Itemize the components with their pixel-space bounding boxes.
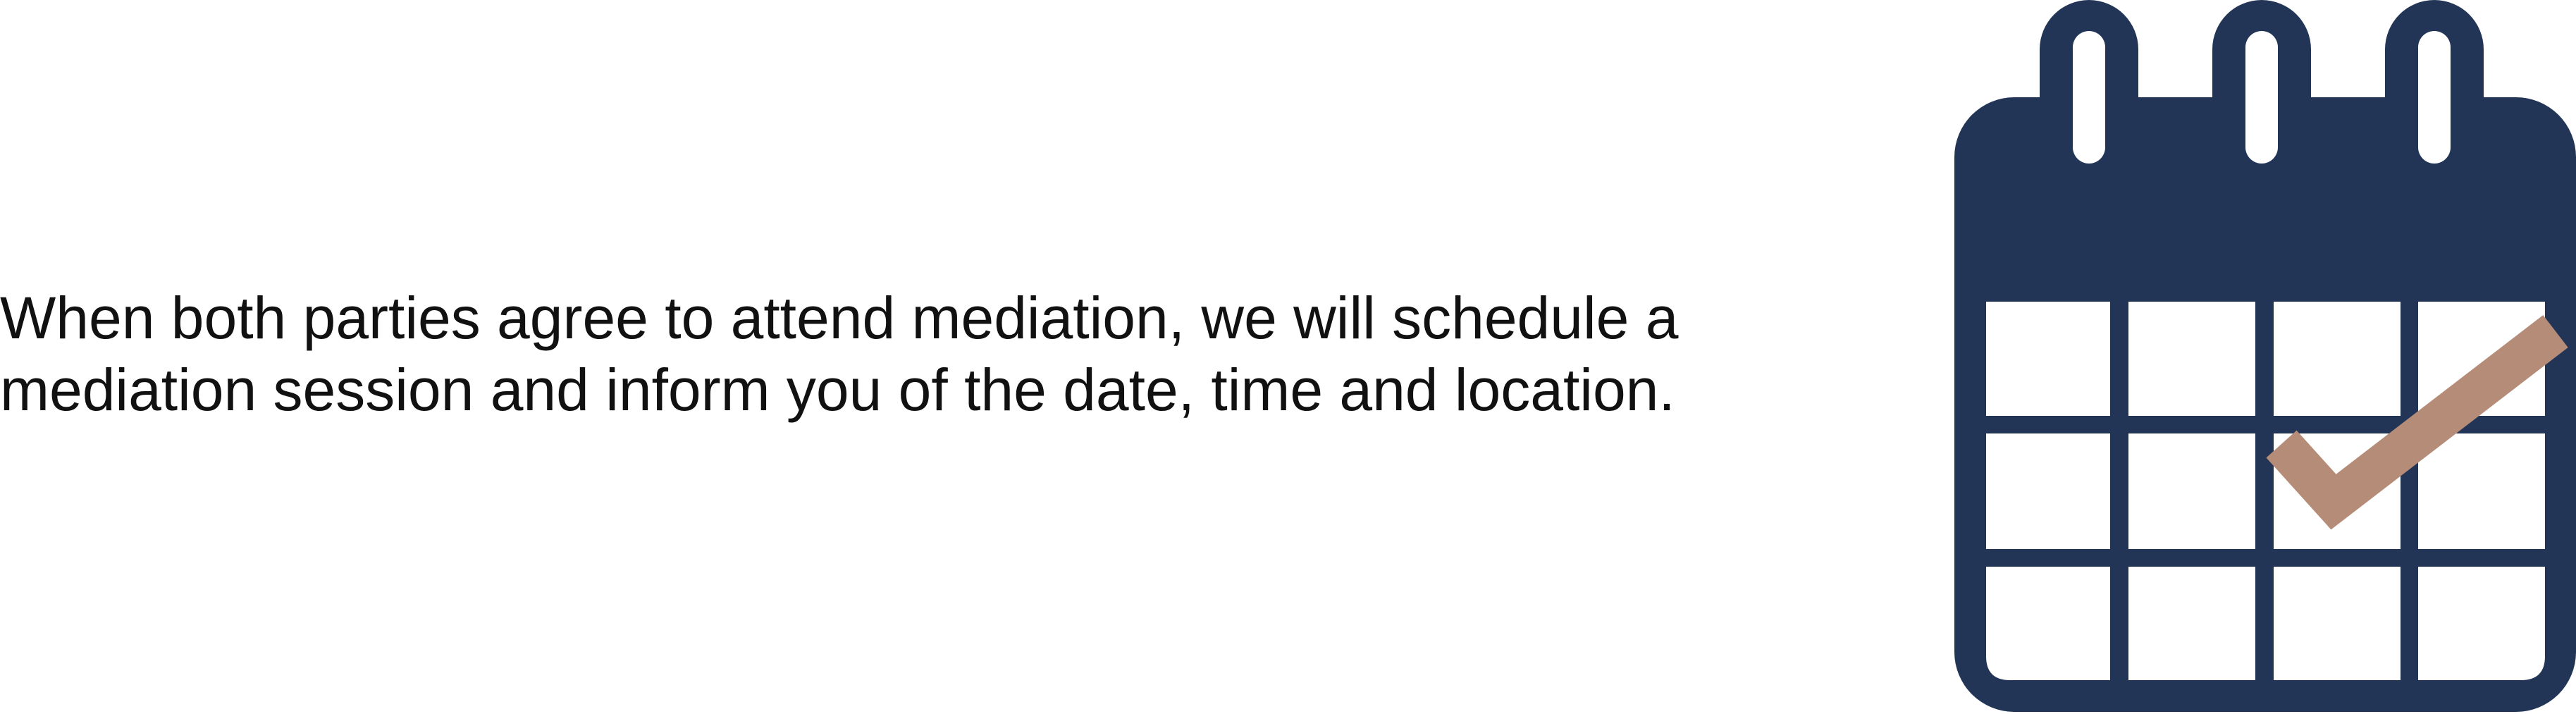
message-line-2: mediation session and inform you of the … <box>0 357 1675 423</box>
calendar-check-icon <box>1954 0 2576 712</box>
message-line-1: When both parties agree to attend mediat… <box>0 285 1679 351</box>
mediation-message: When both parties agree to attend mediat… <box>0 282 1776 426</box>
